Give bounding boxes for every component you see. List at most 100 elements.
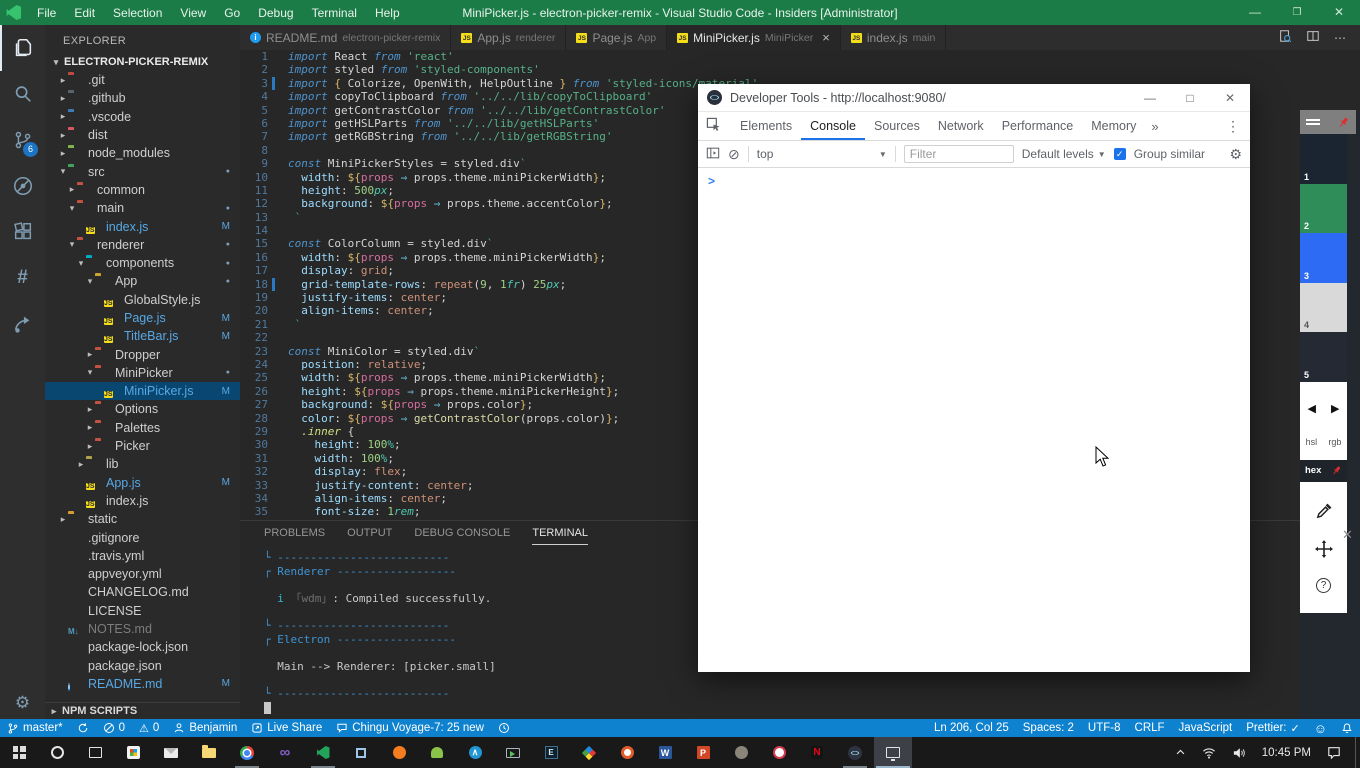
tree-root[interactable]: ▾ ELECTRON-PICKER-REMIX [45, 53, 240, 71]
more-tabs-icon[interactable]: » [1145, 119, 1164, 134]
netflix-icon[interactable]: N [798, 737, 836, 768]
tab-app.js[interactable]: JS App.js renderer [451, 25, 567, 50]
tree-item-static[interactable]: ▸ static [45, 510, 240, 528]
liveshare-hash-icon[interactable]: # [0, 255, 45, 301]
devtools-tab-performance[interactable]: Performance [993, 113, 1083, 140]
explorer-icon[interactable] [0, 25, 45, 71]
menu-selection[interactable]: Selection [105, 3, 170, 23]
color-swatch-2[interactable]: 2 [1300, 183, 1347, 234]
status-item[interactable] [70, 719, 96, 737]
status-item[interactable] [1334, 719, 1360, 737]
screen-share-icon[interactable] [494, 737, 532, 768]
tree-item-lib[interactable]: ▸ lib [45, 455, 240, 473]
color-swatch-5[interactable]: 5 [1300, 332, 1347, 382]
tab-index.js[interactable]: JS index.js main [840, 25, 947, 50]
close-icon[interactable]: ✕ [1210, 84, 1250, 112]
android-icon[interactable] [418, 737, 456, 768]
clear-console-icon[interactable]: ⊘ [728, 146, 740, 163]
tree-item-renderer[interactable]: ▾ renderer ● [45, 236, 240, 254]
tree-item-picker[interactable]: ▸ Picker [45, 437, 240, 455]
devtools-tab-elements[interactable]: Elements [731, 113, 801, 140]
electron-app-icon[interactable] [836, 737, 874, 768]
tree-item-page.js[interactable]: JS Page.js M [45, 309, 240, 327]
tree-item-notes.md[interactable]: M↓ NOTES.md [45, 620, 240, 638]
pin-icon[interactable] [1337, 116, 1350, 129]
hex-button[interactable]: hex [1305, 465, 1321, 476]
tree-item-appveyor.yml[interactable]: appveyor.yml [45, 565, 240, 583]
extensions-icon[interactable] [0, 209, 45, 255]
status-item[interactable] [491, 719, 517, 737]
console-prompt[interactable]: > [708, 174, 715, 188]
status-item-utf-8[interactable]: UTF-8 [1081, 719, 1128, 737]
tree-item-options[interactable]: ▸ Options [45, 400, 240, 418]
tree-item-minipicker[interactable]: ▾ MiniPicker ● [45, 364, 240, 382]
split-editor-icon[interactable] [1306, 29, 1320, 46]
tree-item-.github[interactable]: ▸ .github [45, 89, 240, 107]
more-actions-icon[interactable]: ⋯ [1334, 31, 1346, 45]
picker-titlebar[interactable] [1300, 110, 1356, 134]
file-explorer-icon[interactable] [190, 737, 228, 768]
tab-minipicker.js[interactable]: JS MiniPicker.js MiniPicker × [667, 25, 841, 50]
orange-app-icon[interactable] [380, 737, 418, 768]
group-similar-checkbox[interactable]: ✓ [1113, 148, 1126, 160]
panel-tab-terminal[interactable]: TERMINAL [532, 527, 588, 545]
clock[interactable]: 10:45 PM [1254, 747, 1319, 759]
npm-scripts-section[interactable]: ▸ NPM SCRIPTS [45, 702, 240, 719]
console-output[interactable]: > [698, 168, 1250, 672]
menu-view[interactable]: View [172, 3, 214, 23]
devtools-tab-sources[interactable]: Sources [865, 113, 929, 140]
prev-arrow-icon[interactable]: ◀ [1308, 402, 1316, 415]
tree-item-minipicker.js[interactable]: JS MiniPicker.js M [45, 382, 240, 401]
show-desktop-button[interactable] [1355, 737, 1360, 768]
eyedropper-icon[interactable] [1315, 502, 1333, 520]
tab-page.js[interactable]: JS Page.js App [566, 25, 668, 50]
log-levels-selector[interactable]: Default levels ▼ [1022, 147, 1106, 161]
diamond-app-icon[interactable] [570, 737, 608, 768]
help-icon[interactable]: ? [1316, 578, 1331, 594]
color-swatch-4[interactable]: 4 [1300, 282, 1347, 333]
search-icon[interactable] [0, 71, 45, 117]
powerpoint-icon[interactable]: P [684, 737, 722, 768]
console-filter-input[interactable] [903, 145, 1014, 163]
tree-item-.gitignore[interactable]: .gitignore [45, 528, 240, 546]
picker-window-icon[interactable] [874, 737, 912, 768]
status-item[interactable]: ☺ [1307, 719, 1334, 737]
tree-item-components[interactable]: ▾ components ● [45, 254, 240, 272]
debug-icon[interactable] [0, 163, 45, 209]
show-console-sidebar-icon[interactable] [706, 146, 720, 163]
devtools-tab-console[interactable]: Console [801, 113, 865, 140]
tree-item-dropper[interactable]: ▸ Dropper [45, 345, 240, 363]
mail-icon[interactable] [152, 737, 190, 768]
chrome-icon[interactable] [228, 737, 266, 768]
hex-row[interactable]: hex [1300, 459, 1347, 482]
minimize-icon[interactable]: — [1234, 0, 1276, 25]
status-item-prettier-[interactable]: Prettier: ✓ [1239, 719, 1306, 737]
source-control-icon[interactable]: 6 [0, 117, 45, 163]
blue-app-icon[interactable]: ∧ [456, 737, 494, 768]
menu-burger-icon[interactable] [1306, 119, 1320, 125]
tree-item-index.js[interactable]: JS index.js [45, 492, 240, 510]
status-item-live-share[interactable]: Live Share [244, 719, 329, 737]
tray-expand-icon[interactable] [1167, 747, 1194, 758]
microsoft-store-icon[interactable] [114, 737, 152, 768]
inspect-element-icon[interactable] [706, 117, 721, 135]
open-preview-icon[interactable] [1278, 29, 1292, 46]
status-item-0[interactable]: 0 [96, 719, 132, 737]
3d-viewer-icon[interactable] [342, 737, 380, 768]
menu-file[interactable]: File [29, 3, 64, 23]
tree-item-package-lock.json[interactable]: package-lock.json [45, 638, 240, 656]
tree-item-.git[interactable]: ▸ .git [45, 71, 240, 89]
menu-edit[interactable]: Edit [66, 3, 103, 23]
devtools-tab-memory[interactable]: Memory [1082, 113, 1145, 140]
tree-item-titlebar.js[interactable]: JS TitleBar.js M [45, 327, 240, 345]
menu-go[interactable]: Go [216, 3, 248, 23]
color-swatch-1[interactable]: 1 [1300, 134, 1347, 184]
status-item-benjamin[interactable]: Benjamin [166, 719, 244, 737]
paint-app-icon[interactable] [760, 737, 798, 768]
cortana-icon[interactable] [38, 737, 76, 768]
console-settings-icon[interactable]: ⚙ [1229, 146, 1242, 163]
task-view-icon[interactable] [76, 737, 114, 768]
menu-debug[interactable]: Debug [250, 3, 301, 23]
status-item-0[interactable]: ⚠ 0 [132, 719, 166, 737]
start-icon[interactable] [0, 737, 38, 768]
